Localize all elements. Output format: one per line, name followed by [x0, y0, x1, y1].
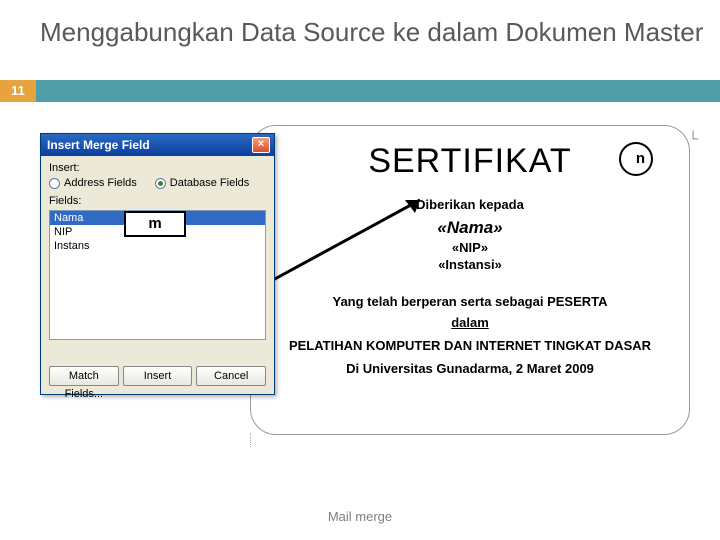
certificate-event-line: PELATIHAN KOMPUTER DAN INTERNET TINGKAT …: [269, 338, 671, 353]
fields-label: Fields:: [49, 195, 266, 207]
dialog-button-row: Match Fields... Insert Cancel: [49, 366, 266, 386]
slide-title: Menggabungkan Data Source ke dalam Dokum…: [40, 18, 720, 48]
list-item[interactable]: Instans: [50, 239, 265, 253]
dialog-title: Insert Merge Field: [47, 138, 150, 152]
radio-database-fields[interactable]: Database Fields: [155, 177, 250, 189]
merge-field-instansi: «Instansi»: [269, 257, 671, 272]
insert-merge-field-dialog: Insert Merge Field × Insert: Address Fie…: [40, 133, 275, 395]
certificate-title: SERTIFIKAT: [269, 142, 671, 181]
merge-field-nip: «NIP»: [269, 240, 671, 255]
callout-m-box: m: [124, 211, 186, 237]
match-fields-button[interactable]: Match Fields...: [49, 366, 119, 386]
radio-database-label: Database Fields: [170, 177, 250, 189]
certificate-given-to: Diberikan kepada: [269, 197, 671, 212]
radio-icon: [49, 178, 60, 189]
slide-header: Menggabungkan Data Source ke dalam Dokum…: [0, 0, 720, 48]
dialog-titlebar[interactable]: Insert Merge Field ×: [41, 134, 274, 156]
callout-n-label: n: [636, 150, 645, 167]
insert-radio-group: Address Fields Database Fields: [49, 177, 266, 189]
cancel-button[interactable]: Cancel: [196, 366, 266, 386]
dotted-mark: [250, 433, 270, 447]
radio-address-label: Address Fields: [64, 177, 137, 189]
certificate-document: └ SERTIFIKAT n Diberikan kepada «Nama» «…: [250, 125, 690, 435]
dialog-body: Insert: Address Fields Database Fields F…: [41, 156, 274, 394]
insert-label: Insert:: [49, 162, 266, 174]
certificate-dalam-line: dalam: [269, 315, 671, 330]
insert-button[interactable]: Insert: [123, 366, 193, 386]
radio-icon: [155, 178, 166, 189]
radio-address-fields[interactable]: Address Fields: [49, 177, 137, 189]
certificate-role-line: Yang telah berperan serta sebagai PESERT…: [269, 294, 671, 309]
title-underline-bar: [36, 80, 720, 102]
close-icon[interactable]: ×: [252, 137, 270, 153]
corner-crop-mark: └: [688, 130, 698, 146]
slide-footer: Mail merge: [0, 509, 720, 524]
merge-field-nama: «Nama»: [269, 218, 671, 238]
slide-number-badge: 11: [0, 80, 36, 102]
certificate-place-line: Di Universitas Gunadarma, 2 Maret 2009: [269, 361, 671, 376]
content-area: └ SERTIFIKAT n Diberikan kepada «Nama» «…: [40, 115, 700, 450]
